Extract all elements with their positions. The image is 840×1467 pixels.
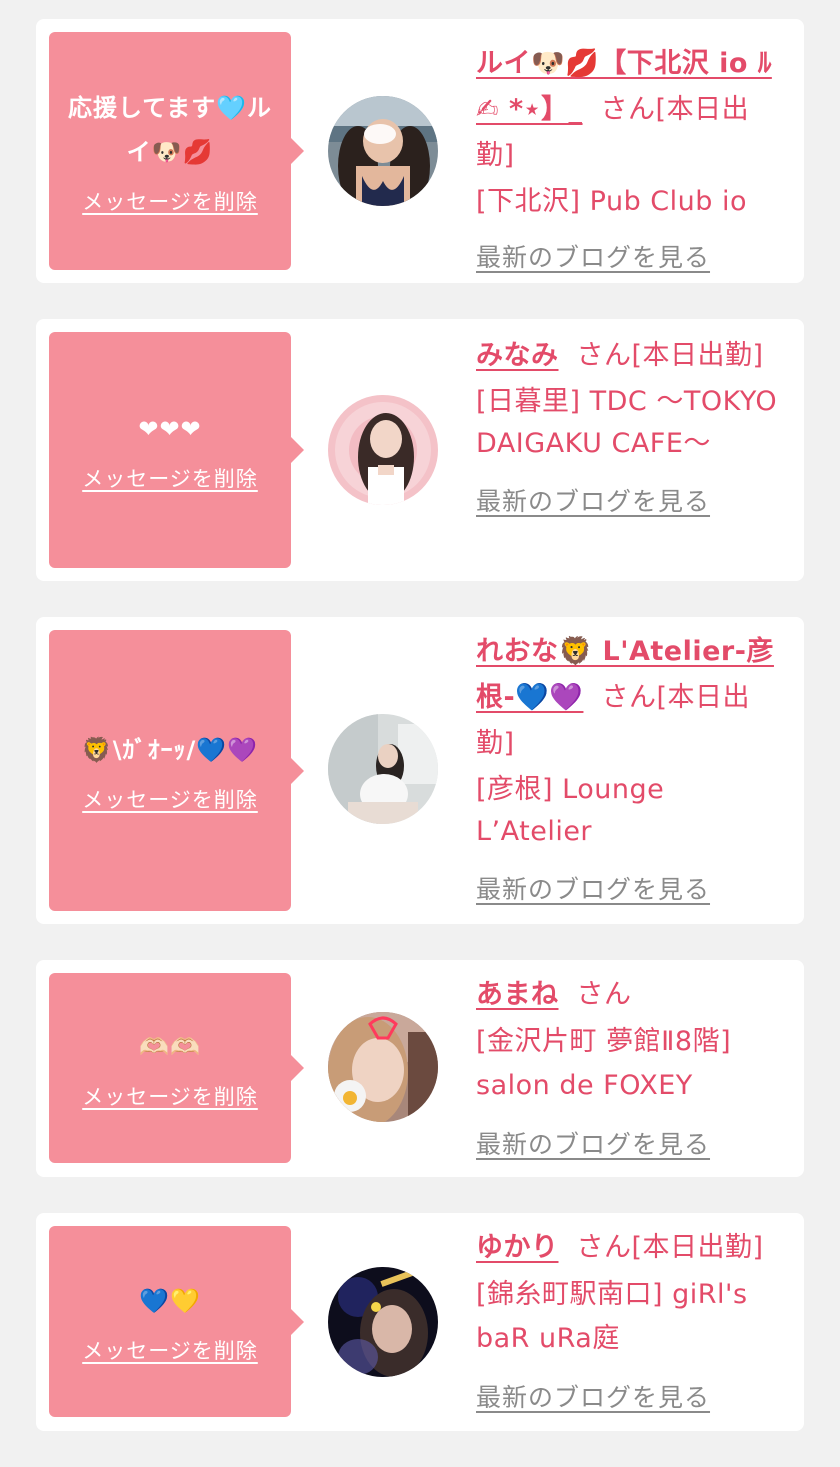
woman-portrait-pink-icon [328,395,438,505]
honorific-label: さん [576,979,632,1010]
avatar[interactable] [328,395,438,505]
latest-blog-link[interactable]: 最新のブログを見る [476,235,710,281]
cast-info: ルイ🐶💋【下北沢 io ﾙ✍︎︎ *⋆】_ さん[本日出勤] [下北沢] Pub … [476,41,784,281]
woman-portrait-white-icon [328,714,438,824]
woman-portrait-dark-icon [328,1267,438,1377]
cast-info: あまね さん [金沢片町 夢館Ⅱ8階] salon de FOXEY 最新のブログ… [476,972,784,1168]
cast-name-link[interactable]: ゆかり [476,1232,559,1263]
favorite-card: ❤❤❤ メッセージを削除 みなみ さん[本日出勤] [日暮里] TDC 〜TOKY… [36,319,804,581]
avatar[interactable] [328,1012,438,1122]
cheer-message-bubble: ❤❤❤ メッセージを削除 [49,332,304,568]
cheer-message-bubble: 🦁\ｶﾞｵｰｯ/💙💜 メッセージを削除 [49,630,304,911]
shop-location: [彦根] Lounge L’Atelier [476,774,665,847]
shop-location: [金沢片町 夢館Ⅱ8階] salon de FOXEY [476,1026,732,1101]
avatar[interactable] [328,1267,438,1377]
delete-message-link[interactable]: メッセージを削除 [82,1081,258,1111]
delete-message-link[interactable]: メッセージを削除 [82,784,258,814]
favorites-list: 応援してます🩵ルイ🐶💋 メッセージを削除 ルイ🐶💋【下北沢 io ﾙ✍︎︎ *⋆… [36,19,804,1467]
honorific-label: さん [600,94,656,125]
favorite-card: 🫶🏻🫶🏻 メッセージを削除 あまね さん [金沢片町 夢館Ⅱ8階] salon d… [36,960,804,1177]
latest-blog-link[interactable]: 最新のブログを見る [476,1122,710,1168]
woman-portrait-harbor-icon [328,96,438,206]
honorific-label: さん [576,340,632,371]
honorific-label: さん [601,682,657,713]
status-label: [本日出勤] [631,340,764,371]
cast-name-link[interactable]: みなみ [476,340,559,371]
woman-portrait-selfie-icon [328,1012,438,1122]
cheer-message-bubble: 🫶🏻🫶🏻 メッセージを削除 [49,973,304,1163]
delete-message-link[interactable]: メッセージを削除 [82,463,258,493]
shop-location: [日暮里] TDC 〜TOKYO DAIGAKU CAFE〜 [476,386,778,459]
cheer-message-bubble: 💙💛 メッセージを削除 [49,1226,304,1417]
cast-info: ゆかり さん[本日出勤] [錦糸町駅南口] giRl's baR uRa庭 最新の… [476,1225,784,1421]
avatar[interactable] [328,714,438,824]
cheer-message-text: 🫶🏻🫶🏻 [139,1033,201,1061]
cast-name-link[interactable]: あまね [476,979,559,1010]
favorite-card: 💙💛 メッセージを削除 ゆかり さん[本日出勤] [錦糸町駅南口] giRl's … [36,1213,804,1431]
honorific-label: さん [576,1232,632,1263]
cheer-message-text: 🦁\ｶﾞｵｰｯ/💙💜 [81,735,259,764]
delete-message-link[interactable]: メッセージを削除 [82,1335,258,1365]
status-label: [本日出勤] [631,1232,764,1263]
cheer-message-text: 💙💛 [139,1286,201,1315]
cheer-message-text: 応援してます🩵ルイ🐶💋 [68,94,272,166]
latest-blog-link[interactable]: 最新のブログを見る [476,479,710,525]
favorite-card: 🦁\ｶﾞｵｰｯ/💙💜 メッセージを削除 れおな🦁 L'Atelier-彦根-💙💜… [36,617,804,924]
shop-location: [下北沢] Pub Club io [476,186,747,217]
latest-blog-link[interactable]: 最新のブログを見る [476,1375,710,1421]
latest-blog-link[interactable]: 最新のブログを見る [476,867,710,913]
cheer-message-text: ❤❤❤ [138,415,202,443]
cast-info: れおな🦁 L'Atelier-彦根-💙💜 さん[本日出勤] [彦根] Lounge… [476,629,784,913]
shop-location: [錦糸町駅南口] giRl's baR uRa庭 [476,1279,748,1354]
avatar[interactable] [328,96,438,206]
cast-info: みなみ さん[本日出勤] [日暮里] TDC 〜TOKYO DAIGAKU CAF… [476,333,784,525]
favorite-card: 応援してます🩵ルイ🐶💋 メッセージを削除 ルイ🐶💋【下北沢 io ﾙ✍︎︎ *⋆… [36,19,804,283]
delete-message-link[interactable]: メッセージを削除 [82,186,258,216]
cheer-message-bubble: 応援してます🩵ルイ🐶💋 メッセージを削除 [49,32,304,270]
